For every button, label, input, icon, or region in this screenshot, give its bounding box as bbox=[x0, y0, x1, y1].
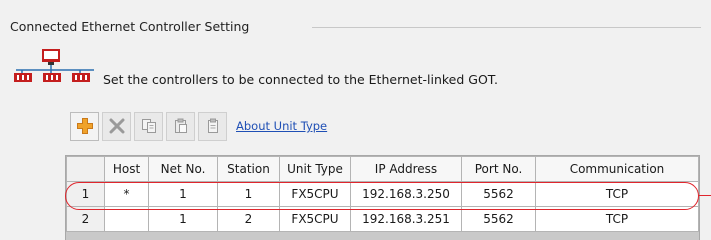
toolbar: About Unit Type bbox=[70, 111, 327, 141]
add-button[interactable] bbox=[70, 111, 99, 141]
table-row[interactable]: 2 1 2 FX5CPU 192.168.3.251 5562 TCP bbox=[66, 206, 699, 232]
net-no-cell[interactable]: 1 bbox=[148, 206, 218, 232]
net-no-cell[interactable]: 1 bbox=[148, 181, 218, 207]
table-row[interactable]: 1 * 1 1 FX5CPU 192.168.3.250 5562 TCP bbox=[66, 181, 699, 207]
delete-icon bbox=[109, 118, 124, 134]
column-header-host[interactable]: Host bbox=[104, 156, 149, 182]
paste-icon bbox=[174, 118, 187, 133]
unit-type-cell[interactable]: FX5CPU bbox=[279, 181, 351, 207]
controller-table: Host Net No. Station Unit Type IP Addres… bbox=[65, 155, 700, 240]
column-header-rownum bbox=[66, 156, 105, 182]
column-header-net-no[interactable]: Net No. bbox=[148, 156, 218, 182]
column-header-port-no[interactable]: Port No. bbox=[461, 156, 536, 182]
column-header-unit-type[interactable]: Unit Type bbox=[279, 156, 351, 182]
add-icon bbox=[76, 118, 93, 134]
copy-button[interactable] bbox=[134, 111, 163, 141]
unit-type-cell[interactable]: FX5CPU bbox=[279, 206, 351, 232]
paste-button[interactable] bbox=[166, 111, 195, 141]
network-controllers-icon bbox=[14, 49, 94, 82]
station-cell[interactable]: 2 bbox=[217, 206, 280, 232]
column-header-ip-address[interactable]: IP Address bbox=[350, 156, 462, 182]
communication-cell[interactable]: TCP bbox=[535, 181, 699, 207]
table-header-row: Host Net No. Station Unit Type IP Addres… bbox=[66, 156, 699, 182]
communication-cell[interactable]: TCP bbox=[535, 206, 699, 232]
clipboard-icon bbox=[207, 118, 218, 133]
ip-address-cell[interactable]: 192.168.3.251 bbox=[350, 206, 462, 232]
group-title: Connected Ethernet Controller Setting bbox=[10, 19, 250, 34]
row-number[interactable]: 2 bbox=[66, 206, 105, 232]
column-header-station[interactable]: Station bbox=[217, 156, 280, 182]
delete-button[interactable] bbox=[102, 111, 131, 141]
ip-address-cell[interactable]: 192.168.3.250 bbox=[350, 181, 462, 207]
row-number[interactable]: 1 bbox=[66, 181, 105, 207]
column-header-communication[interactable]: Communication bbox=[535, 156, 699, 182]
description-text: Set the controllers to be connected to t… bbox=[103, 72, 498, 87]
port-no-cell[interactable]: 5562 bbox=[461, 181, 536, 207]
group-divider bbox=[312, 27, 701, 28]
host-cell[interactable]: * bbox=[104, 181, 149, 207]
host-cell[interactable] bbox=[104, 206, 149, 232]
clipboard-button[interactable] bbox=[198, 111, 227, 141]
about-unit-type-link[interactable]: About Unit Type bbox=[236, 119, 327, 133]
port-no-cell[interactable]: 5562 bbox=[461, 206, 536, 232]
copy-icon bbox=[141, 119, 156, 133]
station-cell[interactable]: 1 bbox=[217, 181, 280, 207]
